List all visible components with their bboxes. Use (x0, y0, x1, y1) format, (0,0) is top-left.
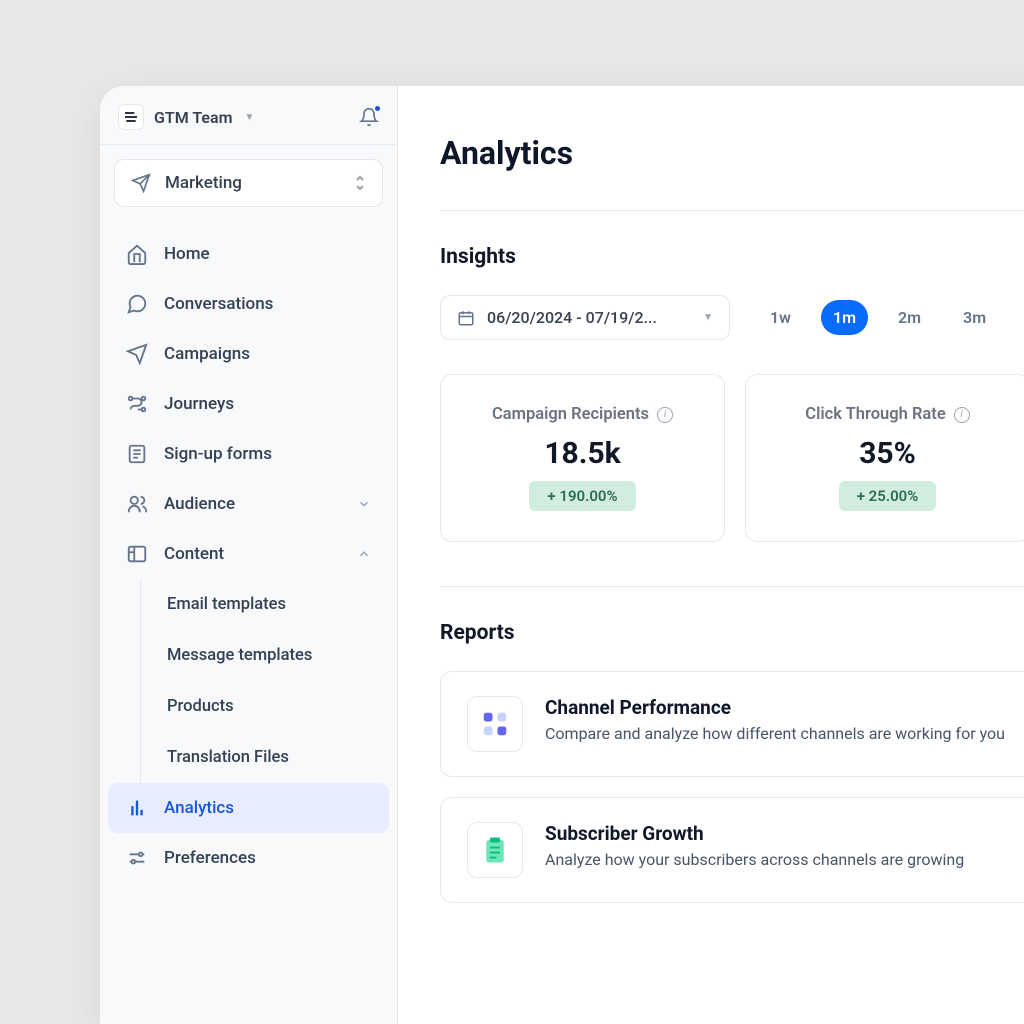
metric-label: Campaign Recipients (492, 405, 649, 424)
page-title: Analytics (440, 134, 1024, 172)
nav-message-templates[interactable]: Message templates (141, 630, 389, 681)
metric-label: Click Through Rate (805, 405, 945, 424)
chevron-up-icon (357, 547, 371, 561)
bar-chart-icon (126, 797, 148, 819)
reports-list: Channel Performance Compare and analyze … (440, 671, 1024, 903)
nav-conversations[interactable]: Conversations (108, 279, 389, 329)
nav-content[interactable]: Content (108, 529, 389, 579)
team-selector[interactable]: GTM Team ▼ (118, 104, 254, 130)
nav: Home Conversations Campaigns Journeys (100, 215, 397, 897)
clipboard-icon (467, 822, 523, 878)
nav-label: Analytics (164, 798, 234, 818)
range-tab-1m[interactable]: 1m (821, 300, 868, 335)
nav-translation-files[interactable]: Translation Files (141, 732, 389, 783)
filters-row: 06/20/2024 - 07/19/2... ▼ 1w1m2m3m6m1y (440, 295, 1024, 340)
users-icon (126, 493, 148, 515)
nav-label: Journeys (164, 394, 234, 414)
metric-card[interactable]: Click Through Rate i 35% + 25.00% (745, 374, 1024, 542)
nav-analytics[interactable]: Analytics (108, 783, 389, 833)
form-icon (126, 443, 148, 465)
range-tab-6m[interactable]: 6m (1016, 300, 1024, 335)
nav-label: Audience (164, 494, 235, 514)
report-card[interactable]: Channel Performance Compare and analyze … (440, 671, 1024, 777)
chevron-down-icon: ▼ (245, 112, 255, 123)
range-tab-1w[interactable]: 1w (758, 300, 803, 335)
home-icon (126, 243, 148, 265)
workspace-name-label: Marketing (165, 173, 242, 193)
main-content: Analytics Insights 06/20/2024 - 07/19/2.… (398, 86, 1024, 1024)
sidebar-header: GTM Team ▼ (100, 86, 397, 145)
workspace-picker[interactable]: Marketing (114, 159, 383, 207)
chevron-down-icon: ▼ (703, 312, 713, 323)
metric-value: 18.5k (461, 436, 704, 471)
nav-products[interactable]: Products (141, 681, 389, 732)
insights-heading: Insights (440, 245, 1024, 269)
nav-label: Home (164, 244, 210, 264)
range-tab-3m[interactable]: 3m (951, 300, 998, 335)
nav-label: Content (164, 544, 224, 564)
info-icon[interactable]: i (657, 407, 673, 423)
metric-card[interactable]: Campaign Recipients i 18.5k + 190.00% (440, 374, 725, 542)
team-logo-icon (118, 104, 144, 130)
paper-plane-icon (131, 173, 151, 193)
divider (440, 586, 1024, 587)
metric-value: 35% (766, 436, 1009, 471)
grid-icon (467, 696, 523, 752)
date-range-label: 06/20/2024 - 07/19/2... (487, 308, 691, 327)
report-description: Compare and analyze how different channe… (545, 723, 1005, 745)
chevron-down-icon (357, 497, 371, 511)
chat-icon (126, 293, 148, 315)
nav-label: Campaigns (164, 344, 250, 364)
report-title: Subscriber Growth (545, 822, 964, 845)
app-window: GTM Team ▼ Marketing (100, 86, 1024, 1024)
sidebar: GTM Team ▼ Marketing (100, 86, 398, 1024)
notifications-button[interactable] (359, 107, 379, 127)
info-icon[interactable]: i (954, 407, 970, 423)
nav-email-templates[interactable]: Email templates (141, 579, 389, 630)
nav-label: Preferences (164, 848, 256, 868)
sort-icon (354, 175, 366, 191)
metric-delta: + 25.00% (839, 481, 937, 511)
network-icon (126, 393, 148, 415)
nav-home[interactable]: Home (108, 229, 389, 279)
nav-audience[interactable]: Audience (108, 479, 389, 529)
range-tab-2m[interactable]: 2m (886, 300, 933, 335)
report-card[interactable]: Subscriber Growth Analyze how your subsc… (440, 797, 1024, 903)
report-description: Analyze how your subscribers across chan… (545, 849, 964, 871)
notification-dot-icon (373, 104, 382, 113)
metric-delta: + 190.00% (529, 481, 635, 511)
date-range-picker[interactable]: 06/20/2024 - 07/19/2... ▼ (440, 295, 730, 340)
metric-cards: Campaign Recipients i 18.5k + 190.00% Cl… (440, 374, 1024, 542)
team-name-label: GTM Team (154, 108, 233, 127)
nav-label: Sign-up forms (164, 444, 272, 464)
reports-heading: Reports (440, 621, 1024, 645)
calendar-icon (457, 309, 475, 327)
divider (440, 210, 1024, 211)
nav-label: Conversations (164, 294, 273, 314)
nav-journeys[interactable]: Journeys (108, 379, 389, 429)
nav-sign-up-forms[interactable]: Sign-up forms (108, 429, 389, 479)
report-title: Channel Performance (545, 696, 1005, 719)
nav-preferences[interactable]: Preferences (108, 833, 389, 883)
layout-icon (126, 543, 148, 565)
range-tabs: 1w1m2m3m6m1y (758, 300, 1024, 335)
sliders-icon (126, 847, 148, 869)
nav-campaigns[interactable]: Campaigns (108, 329, 389, 379)
content-submenu: Email templates Message templates Produc… (140, 579, 389, 783)
send-icon (126, 343, 148, 365)
